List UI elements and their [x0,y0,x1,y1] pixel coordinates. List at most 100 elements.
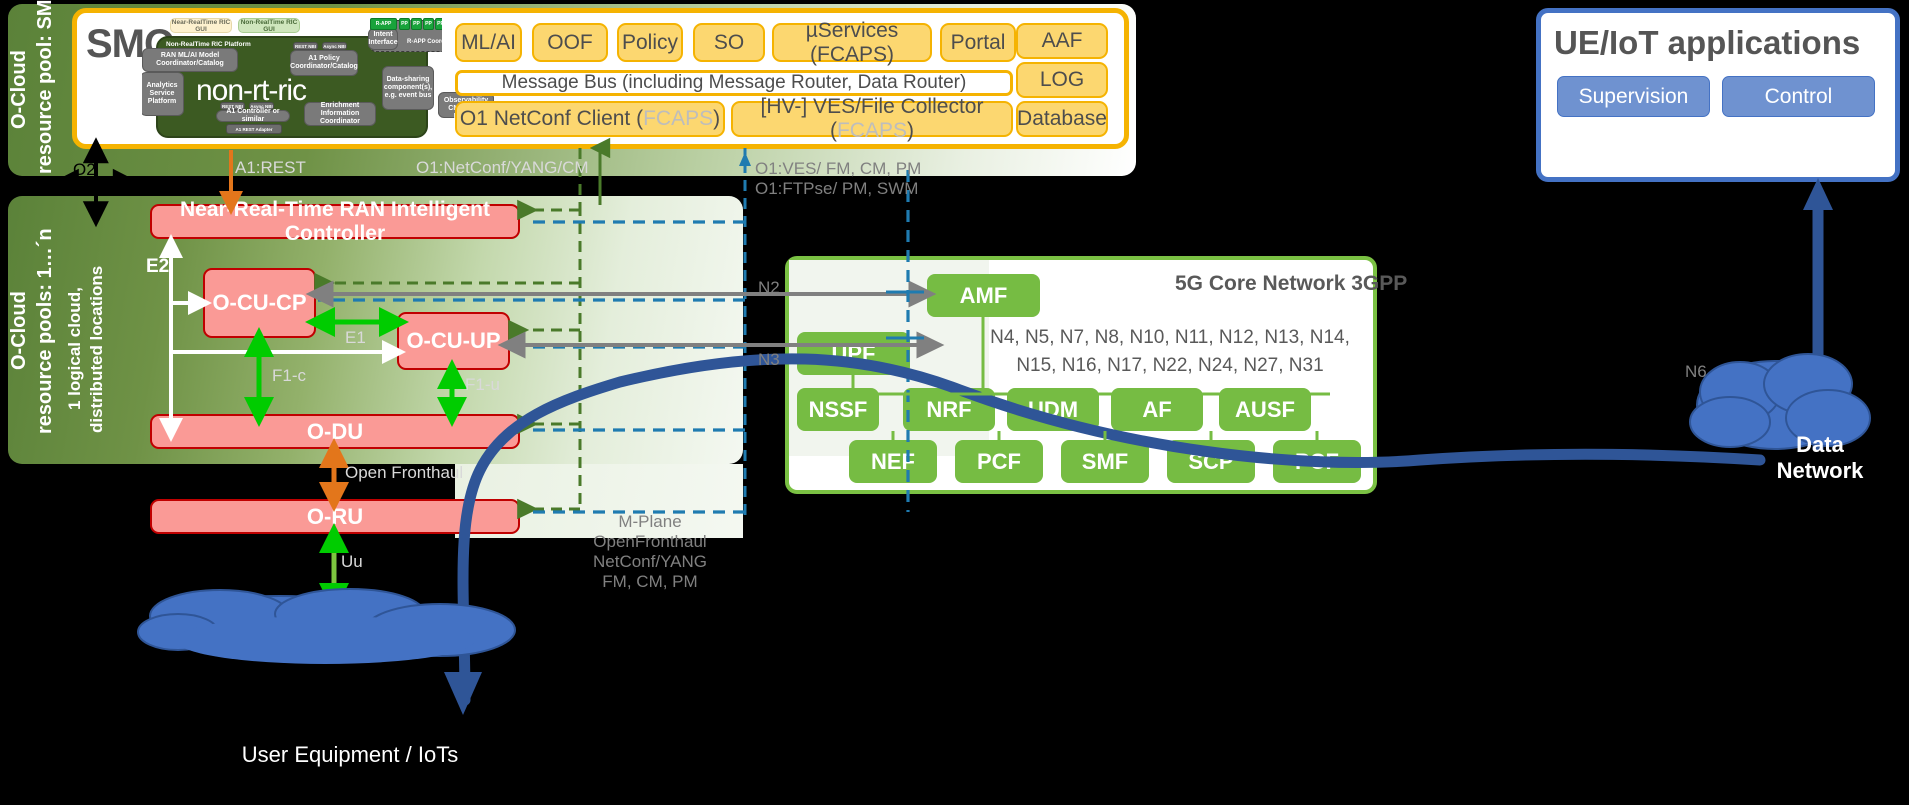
ocloud-ran-sublabel: 1 logical cloud, distributed locations [64,236,114,462]
ocloud-smo-label-line1: O-Cloud [8,50,30,130]
o-cu-cp-node-label: O-CU-CP [212,290,307,315]
core-node-upf[interactable]: UPF [797,332,910,375]
core-node-nrf[interactable]: NRF [903,388,995,431]
core-node-nrf-label: NRF [926,396,972,422]
nonrtric-graphic: Near-RealTime RIC GUI Non-RealTime RIC G… [142,14,442,140]
o-ru-node[interactable]: O-RU [150,499,520,534]
label-n3: N3 [758,350,780,369]
smo-button-portal[interactable]: Portal [940,23,1016,62]
rapp-tile-4: PP [435,18,442,30]
smo-button-uservices-label: µServices (FCAPS) [805,18,899,66]
label-mplane-3: FM, CM, PM [602,572,698,591]
label-mplane-2: NetConf/YANG [592,552,707,571]
core-node-nef[interactable]: NEF [849,440,937,483]
near-rt-ric-gui-box: Near-RealTime RIC GUI [170,18,232,33]
core-node-nssf[interactable]: NSSF [797,388,879,431]
smo-button-uservices[interactable]: µServices (FCAPS) [772,19,932,66]
label-mplane-0: M-Plane [618,512,682,531]
data-network-label: Data Network [1740,432,1900,484]
rest-nbi-tag-a: REST NBI [293,42,318,50]
o1-netconf-client-label: O1 NetConf Client (FCAPS) [459,107,721,130]
core-node-scp[interactable]: SCP [1167,440,1255,483]
label-e2: E2 [146,256,170,277]
smo-button-log-label: LOG [1039,68,1085,91]
rapp-tile-3: PP [423,18,434,30]
core-node-smf[interactable]: SMF [1061,440,1149,483]
core-node-ausf[interactable]: AUSF [1219,388,1311,431]
near-rt-ric-node[interactable]: Near-Real-Time RAN Intelligent Controlle… [150,198,520,245]
core-node-amf-label: AMF [959,282,1008,308]
smo-button-policy[interactable]: Policy [617,23,683,62]
o-cu-up-node[interactable]: O-CU-UP [397,312,510,370]
smo-button-database[interactable]: Database [1016,101,1108,137]
o-cu-cp-node[interactable]: O-CU-CP [203,268,316,338]
core-node-pcf-2[interactable]: PCF [1273,440,1361,483]
rapp-coordinator-label: R-APP Coordinator [407,39,442,45]
label-mplane-1: OpenFronthaul [593,532,707,551]
ocloud-ran-sublabel-line2: distributed locations [87,265,106,433]
ue-control-button[interactable]: Control [1722,76,1875,117]
label-o1-ves: O1:VES/ FM, CM, PM [755,159,922,178]
a1-policy-coordinator: A1 Policy Coordinator/Catalog [290,50,358,76]
core-network-title: 5G Core Network 3GPP [1175,272,1408,295]
smo-button-so[interactable]: SO [693,23,765,62]
core-n-interfaces-line2: N15, N16, N17, N22, N24, N27, N31 [1016,354,1324,376]
core-node-scp-label: SCP [1188,448,1234,474]
core-node-nef-label: NEF [871,448,915,474]
analytics-service-platform: Analytics Service Platform [142,72,184,116]
core-n-interfaces: N4, N5, N7, N8, N10, N11, N12, N13, N14,… [960,324,1380,379]
label-f1c: F1-c [272,366,306,385]
ves-file-collector[interactable]: [HV-] VES/File Collector (FCAPS) [731,95,1013,142]
smo-button-mlai-label: ML/AI [461,30,516,54]
core-node-pcf-2-label: PCF [1295,448,1339,474]
smo-button-policy-label: Policy [621,30,679,54]
message-bus: Message Bus (including Message Router, D… [455,70,1013,96]
smo-button-mlai[interactable]: ML/AI [455,23,522,62]
ocloud-ran-label-line1: O-Cloud [8,291,30,371]
data-network-label-line2: Network [1776,458,1864,483]
ocloud-smo-label-line2: resource pool: SMO [34,0,56,174]
o1-netconf-client[interactable]: O1 NetConf Client (FCAPS) [455,101,725,137]
a1-controller: A1 Controller or similar [216,108,290,123]
label-o1-netconf: O1:NetConf/YANG/CM [416,158,589,177]
core-node-ausf-label: AUSF [1235,396,1295,422]
ue-iot-applications-title: UE/IoT applications [1554,24,1861,61]
smo-button-oof[interactable]: OOF [532,23,608,62]
o-cu-up-node-label: O-CU-UP [406,328,501,353]
smo-button-so-label: SO [713,30,745,54]
smo-button-log[interactable]: LOG [1016,62,1108,98]
o-ru-node-label: O-RU [306,503,364,529]
ue-cloud-label: User Equipment / IoTs [241,742,459,767]
rapp-tile-1: PP [399,18,410,30]
label-a1-rest: A1:REST [235,158,306,177]
rapp-tile-0: R-APP [370,18,397,30]
core-node-udm[interactable]: UDM [1007,388,1099,431]
ran-mlai-model-coordinator: RAN ML/AI Model Coordinator/Catalog [142,48,238,72]
smo-button-aaf-label: AAF [1041,29,1083,52]
core-n-interfaces-line1: N4, N5, N7, N8, N10, N11, N12, N13, N14, [990,327,1350,348]
core-node-pcf-1[interactable]: PCF [955,440,1043,483]
label-mplane-block: M-Plane OpenFronthaul NetConf/YANG FM, C… [560,512,740,592]
data-network-label-line1: Data [1796,432,1844,457]
core-node-upf-label: UPF [831,340,876,366]
ue-supervision-button[interactable]: Supervision [1557,76,1710,117]
ves-file-collector-label: [HV-] VES/File Collector (FCAPS) [760,95,984,142]
smo-button-oof-label: OOF [547,30,593,54]
core-node-af[interactable]: AF [1111,388,1203,431]
ocloud-ran-sublabel-line1: 1 logical cloud, [65,287,84,411]
label-open-fronthaul: Open Fronthaul [345,463,464,482]
core-node-nssf-label: NSSF [808,396,868,422]
ocloud-ran-pool-label: O-Cloud resource pools: 1…´n [6,200,64,462]
ue-supervision-button-label: Supervision [1578,84,1689,108]
label-o1-ftp: O1:FTPse/ PM, SWM [755,179,919,198]
smo-button-portal-label: Portal [950,30,1006,54]
core-node-amf[interactable]: AMF [927,274,1040,317]
rapp-tile-2: PP [411,18,422,30]
label-e1: E1 [345,328,366,347]
near-rt-ric-gui-label: Near-RealTime RIC GUI [171,18,231,33]
ocloud-smo-pool-label: O-Cloud resource pool: SMO [6,0,64,174]
ue-control-button-label: Control [1764,84,1833,108]
smo-button-aaf[interactable]: AAF [1016,23,1108,59]
o-du-node[interactable]: O-DU [150,414,520,449]
a1-rest-adapter: A1 REST Adapter [226,124,282,134]
